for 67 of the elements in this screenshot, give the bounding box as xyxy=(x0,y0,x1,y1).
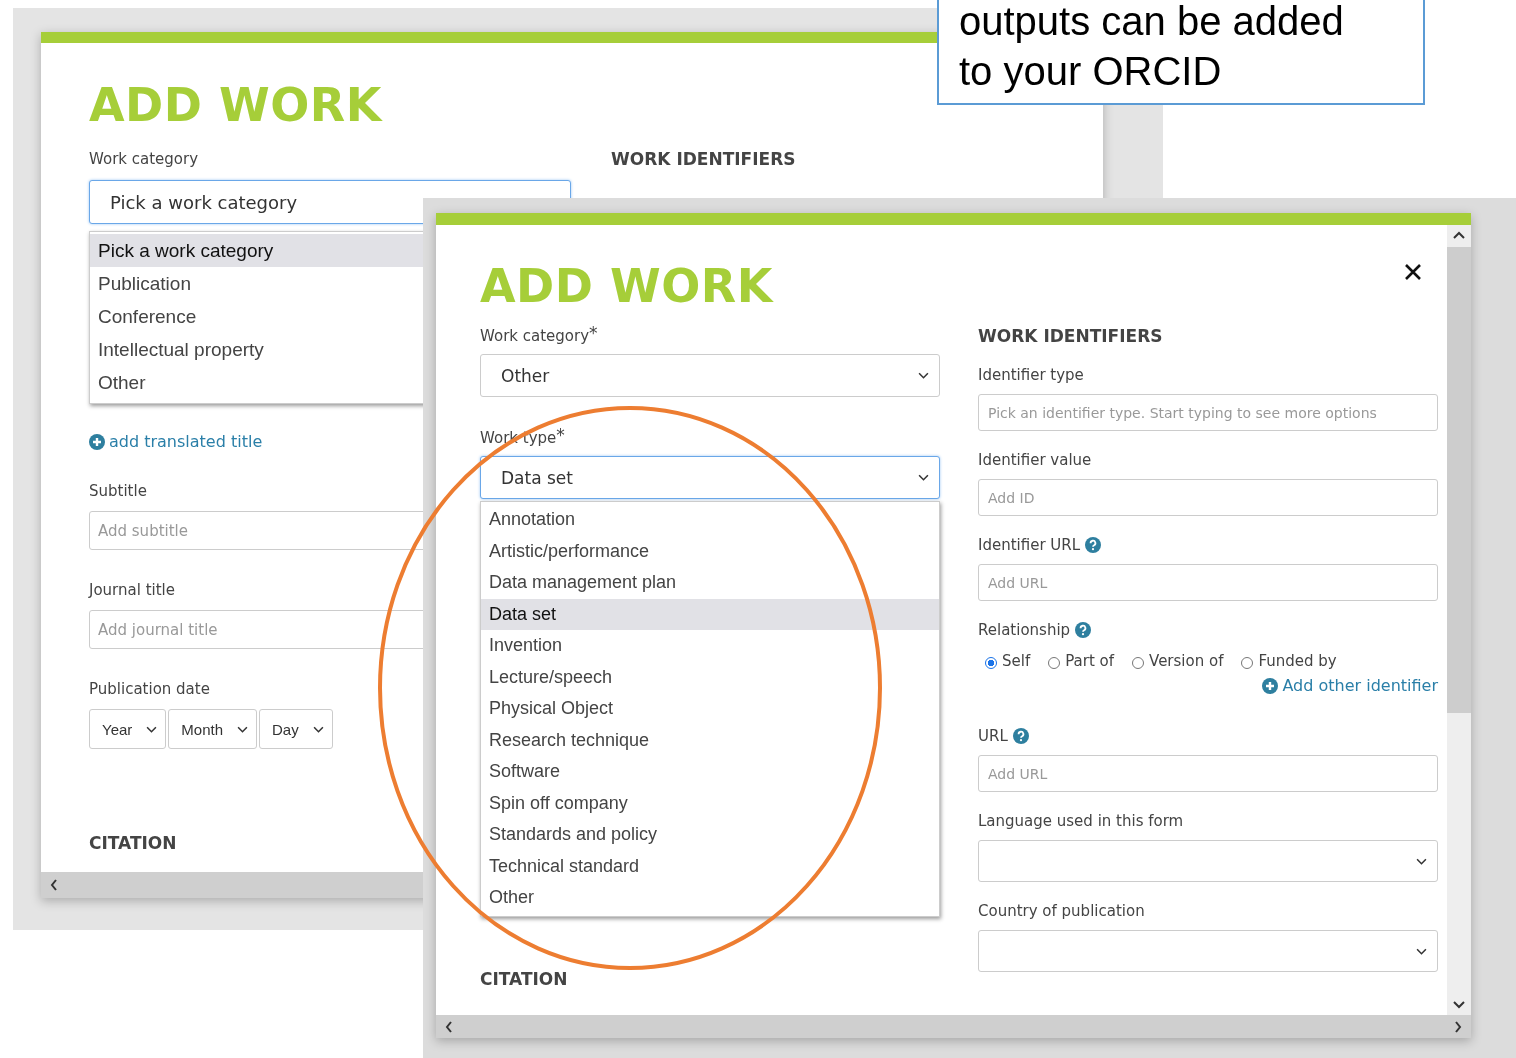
date-select[interactable]: Year xyxy=(89,709,167,749)
callout-text: outputs can be added xyxy=(959,0,1345,45)
scroll-left-icon[interactable] xyxy=(48,878,60,892)
field-label: Subtitle xyxy=(89,481,147,501)
section-heading: WORK IDENTIFIERS xyxy=(611,149,796,169)
radio-button[interactable] xyxy=(1241,657,1254,669)
horizontal-scrollbar[interactable] xyxy=(436,1015,1471,1038)
dropdown-option[interactable]: Standards and policy xyxy=(481,819,939,851)
scroll-down-icon[interactable] xyxy=(1452,999,1466,1009)
radio-label: Version of xyxy=(1149,652,1224,670)
chevron-icon xyxy=(1416,947,1427,955)
add-other-identifier-link[interactable]: Add other identifier xyxy=(1262,676,1438,695)
plus-icon xyxy=(1262,677,1279,694)
plus-icon xyxy=(89,433,105,450)
text-field[interactable]: Pick an identifier type. Start typing to see more options xyxy=(978,394,1438,431)
field-label: Identifier URL xyxy=(978,535,1081,555)
radio-button[interactable] xyxy=(985,657,997,669)
field-label: Language used in this form xyxy=(978,811,1184,831)
vertical-scrollbar[interactable] xyxy=(1447,225,1471,1015)
date-select[interactable]: Day xyxy=(259,709,333,749)
chevron-icon xyxy=(918,372,929,379)
text-field[interactable]: Add URL xyxy=(978,755,1438,792)
field-label: Work category xyxy=(89,149,199,169)
radio-label: Self xyxy=(1002,652,1031,670)
field-label: Identifier value xyxy=(978,450,1092,470)
help-icon[interactable] xyxy=(1012,728,1029,744)
field-label: URL xyxy=(978,726,1008,746)
dropdown-option[interactable]: Research technique xyxy=(481,724,939,756)
dropdown-option[interactable]: Technical standard xyxy=(481,850,939,882)
date-select[interactable]: Month xyxy=(168,709,257,749)
callout-text: to your ORCID xyxy=(959,48,1223,95)
field-label: Country of publication xyxy=(978,901,1145,921)
text-field[interactable]: Add URL xyxy=(978,564,1438,601)
radio-label: Part of xyxy=(1065,652,1115,670)
help-icon[interactable] xyxy=(1085,537,1102,553)
work-type-select[interactable]: Data set xyxy=(480,456,940,499)
add-translated-title-link[interactable]: add translated title xyxy=(89,432,263,451)
work-category-select[interactable]: Other xyxy=(480,354,940,397)
help-icon[interactable] xyxy=(1075,622,1092,638)
radio-label: Funded by xyxy=(1258,652,1337,670)
dropdown-option[interactable]: Lecture/speech xyxy=(481,661,939,693)
chevron-icon xyxy=(918,474,929,481)
field-label: Relationship xyxy=(978,620,1071,640)
scroll-up-icon[interactable] xyxy=(1452,231,1466,241)
close-icon[interactable] xyxy=(1403,262,1423,282)
chevron-icon xyxy=(1416,857,1427,865)
chevron-icon xyxy=(237,725,248,733)
scroll-right-icon[interactable] xyxy=(1452,1019,1464,1034)
text-field[interactable]: Add ID xyxy=(978,479,1438,516)
field-label: Publication date xyxy=(89,679,210,699)
dropdown-option[interactable]: Other xyxy=(481,882,939,914)
dropdown-option[interactable]: Data management plan xyxy=(481,567,939,599)
dialog-title: ADD WORK xyxy=(89,77,382,133)
scroll-left-icon[interactable] xyxy=(443,1019,455,1034)
chevron-icon xyxy=(146,725,158,733)
radio-button[interactable] xyxy=(1132,657,1145,669)
dropdown-option[interactable]: Data set xyxy=(481,598,939,630)
section-heading: CITATION xyxy=(480,968,568,989)
field-label: Journal title xyxy=(89,580,175,600)
dropdown-option[interactable]: Software xyxy=(481,756,939,788)
dropdown-option[interactable]: Spin off company xyxy=(481,787,939,819)
field-label: Identifier type xyxy=(978,365,1084,385)
radio-button[interactable] xyxy=(1048,657,1061,669)
chevron-icon xyxy=(312,725,324,733)
dropdown-option[interactable]: Physical Object xyxy=(481,693,939,725)
section-heading: WORK IDENTIFIERS xyxy=(978,326,1164,346)
section-heading: CITATION xyxy=(89,833,177,853)
